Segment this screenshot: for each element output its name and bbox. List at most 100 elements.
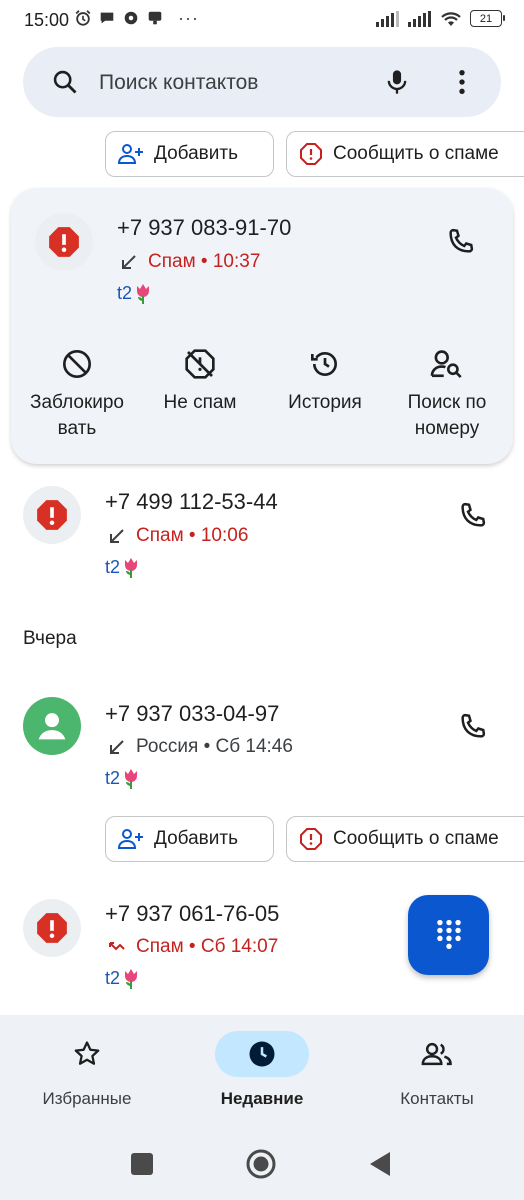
- dialpad-button[interactable]: [408, 895, 489, 975]
- block-action[interactable]: Заблокиро вать: [17, 344, 137, 442]
- incoming-call-icon: [110, 740, 124, 754]
- spam-avatar: [23, 899, 81, 957]
- spam-warning-icon: [37, 913, 67, 943]
- nav-contacts-label: Контакты: [400, 1089, 474, 1108]
- incoming-call-icon: [122, 255, 136, 269]
- carrier-tag: t2: [117, 282, 153, 304]
- history-icon: [311, 351, 337, 376]
- incoming-call-icon: [110, 529, 124, 543]
- home-circle-icon[interactable]: [245, 1148, 277, 1180]
- phone-icon: [449, 228, 474, 253]
- back-triangle-icon[interactable]: [368, 1151, 392, 1177]
- call-meta: Россия • Сб 14:46: [108, 736, 293, 758]
- alarm-icon: [75, 10, 91, 26]
- call-status: Спам • 10:37: [148, 251, 261, 272]
- call-meta: Спам • Сб 14:07: [108, 936, 278, 958]
- app-icon: [148, 11, 162, 25]
- call-status: Спам • 10:06: [136, 525, 249, 546]
- system-indicators: 21: [376, 10, 505, 27]
- carrier-name: t2: [117, 282, 133, 303]
- lookup-label-2: номеру: [414, 418, 480, 439]
- not-spam-icon: [185, 349, 215, 379]
- contacts-icon: [421, 1042, 452, 1066]
- call-meta: Спам • 10:37: [120, 251, 260, 273]
- report-spam-button[interactable]: Сообщить о спаме: [286, 816, 524, 862]
- add-contact-label: Добавить: [154, 828, 238, 849]
- call-number[interactable]: +7 937 061-76-05: [105, 901, 279, 927]
- call-status: Спам • Сб 14:07: [136, 936, 279, 957]
- call-number[interactable]: +7 937 033-04-97: [105, 701, 279, 727]
- history-action[interactable]: История: [265, 344, 385, 416]
- call-number[interactable]: +7 499 112-53-44: [105, 489, 278, 515]
- lookup-label-1: Поиск по: [407, 392, 487, 413]
- recents-square-icon[interactable]: [130, 1152, 154, 1176]
- call-button[interactable]: [440, 222, 480, 262]
- not-spam-action[interactable]: Не спам: [140, 344, 260, 416]
- carrier-name: t2: [105, 767, 121, 788]
- missed-call-icon: [109, 942, 125, 951]
- report-spam-label: Сообщить о спаме: [333, 828, 499, 849]
- carrier-tag: t2: [105, 556, 141, 578]
- mic-icon[interactable]: [383, 68, 411, 96]
- report-spam-button[interactable]: Сообщить о спаме: [286, 131, 524, 177]
- tulip-icon: [125, 769, 138, 789]
- status-time: 15:00: [24, 10, 70, 30]
- add-person-icon: [118, 144, 143, 164]
- carrier-tag: t2: [105, 767, 141, 789]
- carrier-tag: t2: [105, 967, 141, 989]
- report-icon: [300, 143, 322, 165]
- signal-icon: [376, 10, 399, 27]
- tulip-icon: [137, 284, 150, 304]
- call-number: +7 937 083-91-70: [117, 215, 292, 240]
- call-button[interactable]: [452, 496, 492, 536]
- person-search-icon: [430, 350, 462, 379]
- message-icon: [124, 11, 138, 25]
- system-navigation: [0, 1140, 524, 1190]
- battery-level: 21: [479, 12, 493, 25]
- add-contact-button[interactable]: Добавить: [105, 131, 274, 177]
- search-bar[interactable]: Поиск контактов: [23, 47, 501, 117]
- call-status: Россия • Сб 14:46: [136, 736, 293, 757]
- status-bar: 15:00 ··· 21: [0, 0, 524, 40]
- report-spam-label: Сообщить о спаме: [333, 143, 499, 164]
- chat-icon: [100, 12, 114, 24]
- star-icon: [74, 1041, 100, 1065]
- nav-favorites[interactable]: Избранные: [7, 1031, 167, 1109]
- spam-avatar: [23, 486, 81, 544]
- contact-avatar: [23, 697, 81, 755]
- signal-icon-2: [408, 10, 431, 27]
- add-contact-button[interactable]: Добавить: [105, 816, 274, 862]
- add-contact-label: Добавить: [154, 143, 238, 164]
- nav-recents[interactable]: Недавние: [182, 1031, 342, 1109]
- spam-warning-icon: [49, 227, 79, 257]
- phone-icon: [461, 502, 486, 527]
- block-label-1: Заблокиро: [30, 392, 124, 413]
- search-input[interactable]: Поиск контактов: [99, 71, 258, 95]
- nav-recents-label: Недавние: [220, 1089, 304, 1108]
- call-meta: Спам • 10:06: [108, 525, 248, 547]
- wifi-icon: [441, 11, 461, 26]
- not-spam-label: Не спам: [163, 392, 237, 413]
- block-label-2: вать: [57, 418, 97, 439]
- search-icon: [53, 70, 77, 94]
- carrier-name: t2: [105, 967, 121, 988]
- tulip-icon: [125, 558, 138, 578]
- more-vert-icon[interactable]: [451, 68, 473, 96]
- report-icon: [300, 828, 322, 850]
- history-label: История: [288, 392, 362, 413]
- dialpad-icon: [436, 919, 461, 950]
- nav-contacts[interactable]: Контакты: [357, 1031, 517, 1109]
- call-button[interactable]: [452, 707, 492, 747]
- carrier-name: t2: [105, 556, 121, 577]
- spam-warning-icon: [37, 500, 67, 530]
- person-icon: [38, 713, 66, 740]
- tulip-icon: [125, 969, 138, 989]
- lookup-action[interactable]: Поиск по номеру: [387, 344, 507, 442]
- add-person-icon: [118, 829, 143, 849]
- clock-icon: [249, 1041, 275, 1067]
- nav-favorites-label: Избранные: [42, 1089, 132, 1108]
- section-header-yesterday: Вчера: [23, 628, 77, 649]
- spam-avatar: [35, 213, 93, 271]
- bottom-navigation: Избранные Недавние Контакты: [0, 1015, 524, 1200]
- notification-icons: [74, 9, 164, 27]
